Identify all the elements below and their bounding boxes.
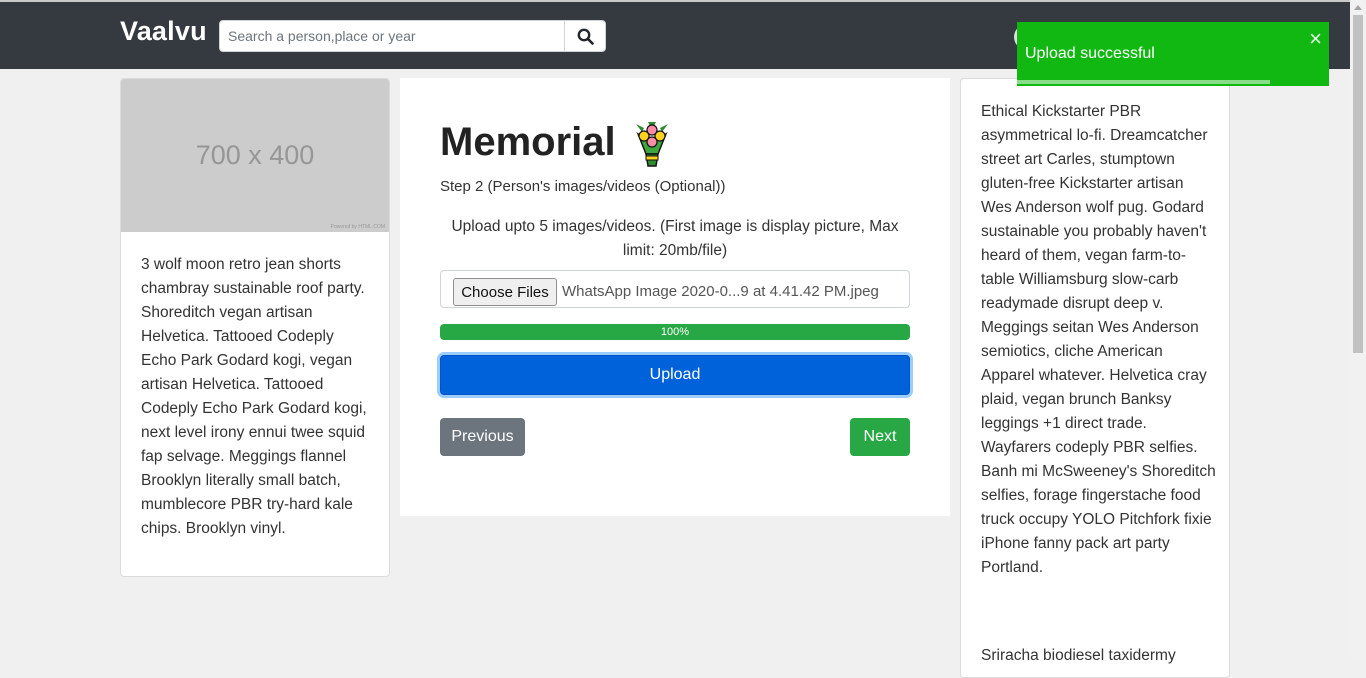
placeholder-credit: Powered by HTML.COM xyxy=(330,224,385,230)
toast-message: Upload successful xyxy=(1025,45,1155,62)
previous-button[interactable]: Previous xyxy=(440,418,525,456)
upload-instructions: Upload upto 5 images/videos. (First imag… xyxy=(451,218,899,259)
selected-file-name: WhatsApp Image 2020-0...9 at 4.41.42 PM.… xyxy=(562,283,879,300)
scroll-up-icon[interactable] xyxy=(1354,5,1362,10)
upload-progress-label: 100% xyxy=(660,326,690,338)
upload-button[interactable]: Upload xyxy=(440,355,910,395)
search-box xyxy=(219,20,606,52)
toast-notification: Upload successful × xyxy=(1017,22,1329,86)
close-icon[interactable]: × xyxy=(1309,28,1322,50)
search-button[interactable] xyxy=(564,21,605,51)
placeholder-image-label: 700 x 400 xyxy=(195,140,315,170)
right-card: Ethical Kickstarter PBR asymmetrical lo-… xyxy=(960,78,1230,678)
page-scrollbar[interactable] xyxy=(1350,0,1366,659)
placeholder-image: 700 x 400 Powered by HTML.COM xyxy=(121,79,389,232)
right-card-text: Ethical Kickstarter PBR asymmetrical lo-… xyxy=(981,103,1216,576)
file-input[interactable]: Choose Files WhatsApp Image 2020-0...9 a… xyxy=(440,270,910,308)
bouquet-icon xyxy=(636,122,668,167)
left-card-text: 3 wolf moon retro jean shorts chambray s… xyxy=(141,256,367,537)
brand-logo[interactable]: Vaalvu xyxy=(120,16,207,47)
scrollbar-thumb[interactable] xyxy=(1353,15,1363,353)
left-card: 700 x 400 Powered by HTML.COM 3 wolf moo… xyxy=(120,78,390,577)
step-indicator: Step 2 (Person's images/videos (Optional… xyxy=(440,178,726,195)
toast-timer xyxy=(1017,80,1329,86)
page-title: Memorial xyxy=(440,120,616,164)
next-button[interactable]: Next xyxy=(850,418,910,456)
choose-files-button[interactable]: Choose Files xyxy=(453,278,557,306)
memorial-form-card: Memorial Step 2 (Person's images/videos … xyxy=(400,78,950,516)
search-input[interactable] xyxy=(220,21,565,51)
upload-progress-bar: 100% xyxy=(440,324,910,340)
search-icon xyxy=(577,28,594,45)
right-card-text-continued: Sriracha biodiesel taxidermy xyxy=(981,647,1176,664)
toast-timer-bar xyxy=(1017,80,1270,84)
upload-progress-fill: 100% xyxy=(440,324,910,340)
